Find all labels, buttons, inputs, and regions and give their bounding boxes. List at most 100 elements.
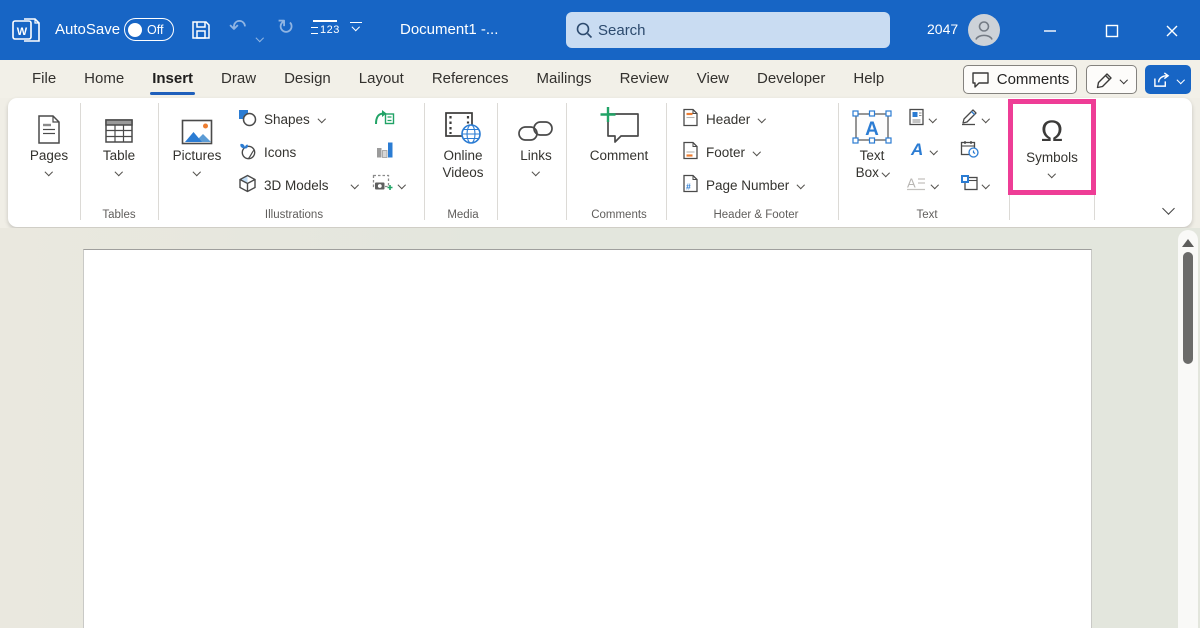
tab-review[interactable]: Review <box>606 60 683 98</box>
icons-button[interactable]: Icons <box>238 140 296 164</box>
group-separator <box>424 103 425 220</box>
signature-line-button[interactable] <box>960 108 989 130</box>
screenshot-button[interactable] <box>372 174 405 196</box>
tab-references[interactable]: References <box>418 60 523 98</box>
tab-layout[interactable]: Layout <box>345 60 418 98</box>
avatar[interactable] <box>968 14 1000 51</box>
chevron-down-icon <box>318 115 326 123</box>
group-tables: Table Tables <box>88 98 150 227</box>
redo-button[interactable]: ↻ <box>277 17 295 38</box>
chevron-down-icon <box>398 181 406 189</box>
pictures-button[interactable]: Pictures <box>166 103 228 178</box>
equals-lines-icon <box>311 27 318 34</box>
ribbon-zone: Pages Table Tables <box>0 98 1200 228</box>
group-illustrations: Pictures Shapes Icons <box>164 98 424 227</box>
group-separator <box>838 103 839 220</box>
minimize-button[interactable] <box>1030 22 1070 40</box>
quick-parts-icon <box>908 108 925 131</box>
chevron-down-icon <box>931 181 939 189</box>
search-input[interactable]: Search <box>566 12 890 48</box>
user-id-label: 2047 <box>927 21 958 37</box>
comment-button[interactable]: Comment <box>572 103 666 164</box>
word-app-icon[interactable]: W <box>12 16 42 49</box>
scrollbar-thumb[interactable] <box>1183 252 1193 364</box>
group-media: Online Videos Media <box>430 98 496 227</box>
share-button[interactable] <box>1145 65 1191 94</box>
pages-button[interactable]: Pages <box>18 103 80 178</box>
quick-parts-button[interactable] <box>908 108 936 130</box>
tab-help[interactable]: Help <box>839 60 898 98</box>
tab-insert[interactable]: Insert <box>138 60 207 98</box>
tab-mailings[interactable]: Mailings <box>523 60 606 98</box>
autosave-toggle[interactable]: Off <box>124 18 174 41</box>
wordart-button[interactable]: A <box>908 140 937 162</box>
text-box-button[interactable]: A Text Box <box>846 103 898 181</box>
comments-button[interactable]: Comments <box>963 65 1077 94</box>
scroll-up-arrow[interactable] <box>1182 239 1194 247</box>
chart-button[interactable] <box>375 140 394 162</box>
page-number-button[interactable]: # Page Number <box>682 173 804 197</box>
footer-icon <box>682 141 699 163</box>
chevron-down-icon <box>982 115 990 123</box>
document-title[interactable]: Document1 -... <box>400 21 498 38</box>
shapes-icon <box>238 109 257 130</box>
pages-icon <box>36 103 62 147</box>
tab-home[interactable]: Home <box>70 60 138 98</box>
footer-button[interactable]: Footer <box>682 140 760 164</box>
table-icon <box>104 103 134 147</box>
svg-text:W: W <box>17 26 28 38</box>
svg-text:A: A <box>865 119 879 140</box>
collapse-ribbon-button[interactable] <box>1164 200 1173 218</box>
toggle-knob <box>128 23 142 37</box>
undo-dropdown-chevron-icon[interactable] <box>257 27 263 45</box>
vertical-scrollbar[interactable] <box>1178 230 1198 628</box>
tab-developer[interactable]: Developer <box>743 60 839 98</box>
line-numbers-qat-button[interactable]: 123 <box>311 20 340 36</box>
tab-view[interactable]: View <box>683 60 743 98</box>
search-icon <box>575 21 593 39</box>
chevron-down-icon <box>758 115 766 123</box>
symbols-button[interactable]: Ω Symbols <box>1026 115 1078 180</box>
group-label-comments: Comments <box>572 209 666 221</box>
date-time-button[interactable] <box>960 140 979 162</box>
undo-button[interactable]: ↶ <box>229 17 247 38</box>
document-canvas-area <box>0 228 1200 628</box>
pictures-icon <box>181 103 213 147</box>
svg-text:#: # <box>686 182 691 192</box>
svg-text:A: A <box>910 140 923 158</box>
autosave-state: Off <box>147 23 163 37</box>
group-separator <box>497 103 498 220</box>
drop-cap-button[interactable]: A <box>906 174 938 196</box>
chevron-down-icon <box>753 148 761 156</box>
header-button[interactable]: Header <box>682 107 765 131</box>
close-icon <box>1164 23 1180 39</box>
online-videos-button[interactable]: Online Videos <box>430 103 496 181</box>
chevron-down-icon <box>930 147 938 155</box>
tab-draw[interactable]: Draw <box>207 60 270 98</box>
chain-links-icon <box>517 103 555 147</box>
chevron-down-icon <box>352 23 360 31</box>
editing-mode-button[interactable] <box>1086 65 1137 94</box>
chevron-down-icon <box>532 168 540 176</box>
chevron-down-icon <box>1177 76 1185 84</box>
icons-butterfly-icon <box>238 142 257 163</box>
tab-design[interactable]: Design <box>270 60 345 98</box>
save-button[interactable] <box>190 19 212 46</box>
close-button[interactable] <box>1152 22 1192 40</box>
object-button[interactable] <box>960 174 989 196</box>
customize-qat-button[interactable] <box>350 22 362 30</box>
table-button[interactable]: Table <box>88 103 150 178</box>
group-pages: Pages <box>18 98 80 227</box>
page-number-icon: # <box>682 174 699 196</box>
cube-icon <box>238 174 257 196</box>
smartart-button[interactable] <box>374 108 395 130</box>
shapes-button[interactable]: Shapes <box>238 107 324 131</box>
group-label-text: Text <box>844 209 1010 221</box>
maximize-button[interactable] <box>1092 22 1132 40</box>
links-button[interactable]: Links <box>505 103 567 178</box>
3d-models-button[interactable]: 3D Models <box>238 173 357 197</box>
group-label-media: Media <box>430 209 496 221</box>
document-page[interactable] <box>83 249 1092 628</box>
tab-file[interactable]: File <box>18 60 70 98</box>
group-separator <box>158 103 159 220</box>
